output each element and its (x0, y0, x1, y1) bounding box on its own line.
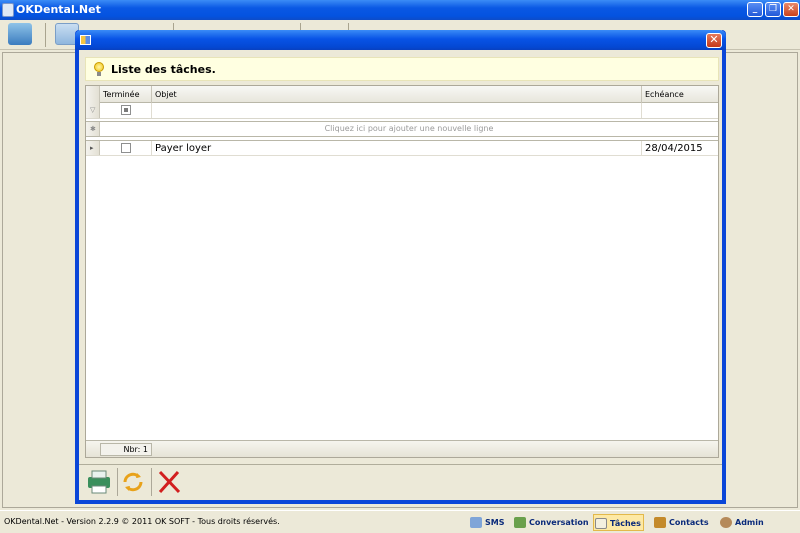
tasks-icon (595, 518, 607, 529)
tooth-icon (2, 3, 14, 17)
tasks-label: Tâches (610, 519, 641, 528)
printer-icon (88, 470, 110, 494)
delete-x-icon (158, 470, 181, 494)
version-text: OKDental.Net - Version 2.2.9 © 2011 OK S… (4, 517, 280, 526)
contacts-label: Contacts (669, 518, 709, 527)
dialog-close-button[interactable]: ✕ (706, 33, 722, 48)
minimize-button[interactable]: _ (747, 2, 763, 17)
contacts-button[interactable]: Contacts (653, 514, 709, 531)
column-header-subject[interactable]: Objet (152, 86, 642, 103)
conversation-label: Conversation (529, 518, 589, 527)
main-titlebar: OKDental.Net _ ❐ ✕ (0, 0, 800, 20)
tasks-button[interactable]: Tâches (593, 514, 644, 531)
row-selector[interactable]: ▸ (86, 141, 100, 155)
lightbulb-icon (94, 62, 104, 76)
filter-row-selector: ▽ (86, 103, 100, 118)
conversation-icon (514, 517, 526, 528)
add-row[interactable]: ✱ Cliquez ici pour ajouter une nouvelle … (86, 121, 718, 137)
action-separator (117, 468, 118, 496)
grid-footer: Nbr: 1 (86, 440, 718, 457)
admin-button[interactable]: Admin (719, 514, 764, 531)
print-button[interactable] (85, 468, 113, 496)
admin-icon (720, 517, 732, 528)
done-cell[interactable] (100, 141, 152, 156)
sms-label: SMS (485, 518, 505, 527)
grid-header: Terminée Objet Echéance (86, 86, 718, 103)
status-bar: OKDental.Net - Version 2.2.9 © 2011 OK S… (0, 510, 800, 533)
filter-subject-cell[interactable] (152, 103, 642, 118)
due-cell[interactable]: 28/04/2015 (642, 141, 718, 156)
dialog-divider (79, 464, 722, 465)
toolbar-separator (45, 23, 46, 47)
sms-button[interactable]: SMS (469, 514, 504, 531)
add-row-selector: ✱ (86, 122, 100, 136)
add-row-hint[interactable]: Cliquez ici pour ajouter une nouvelle li… (100, 122, 718, 136)
done-checkbox[interactable] (121, 143, 131, 153)
row-count: Nbr: 1 (100, 443, 152, 456)
dialog-app-icon (80, 35, 91, 45)
task-list-dialog: ✕ Liste des tâches. Terminée Objet Echéa… (75, 30, 726, 504)
filter-icon: ▽ (90, 106, 96, 114)
close-button[interactable]: ✕ (783, 2, 799, 17)
current-row-icon: ▸ (90, 144, 94, 152)
restore-button[interactable]: ❐ (765, 2, 781, 17)
column-header-done[interactable]: Terminée (100, 86, 152, 103)
patients-icon[interactable] (8, 23, 32, 45)
filter-done-checkbox[interactable] (121, 105, 131, 115)
admin-label: Admin (735, 518, 764, 527)
refresh-icon (123, 472, 143, 492)
contacts-icon (654, 517, 666, 528)
column-header-due[interactable]: Echéance (642, 86, 718, 103)
task-grid: Terminée Objet Echéance ▽ ✱ Cliquez ici … (85, 85, 719, 458)
delete-button[interactable] (155, 468, 183, 496)
action-separator (151, 468, 152, 496)
filter-row: ▽ (86, 103, 718, 119)
conversation-button[interactable]: Conversation (513, 514, 589, 531)
info-text: Liste des tâches. (111, 63, 216, 76)
filter-due-cell[interactable] (642, 103, 718, 118)
header-selector (86, 86, 100, 103)
dialog-titlebar: ✕ (75, 30, 726, 50)
info-banner: Liste des tâches. (85, 57, 719, 81)
subject-cell[interactable]: Payer loyer (152, 141, 642, 156)
filter-done-cell[interactable] (100, 103, 152, 118)
new-row-icon: ✱ (90, 125, 96, 133)
refresh-button[interactable] (119, 468, 147, 496)
window-title: OKDental.Net (16, 3, 101, 16)
table-row[interactable]: ▸ Payer loyer 28/04/2015 (86, 140, 718, 156)
sms-icon (470, 517, 482, 528)
